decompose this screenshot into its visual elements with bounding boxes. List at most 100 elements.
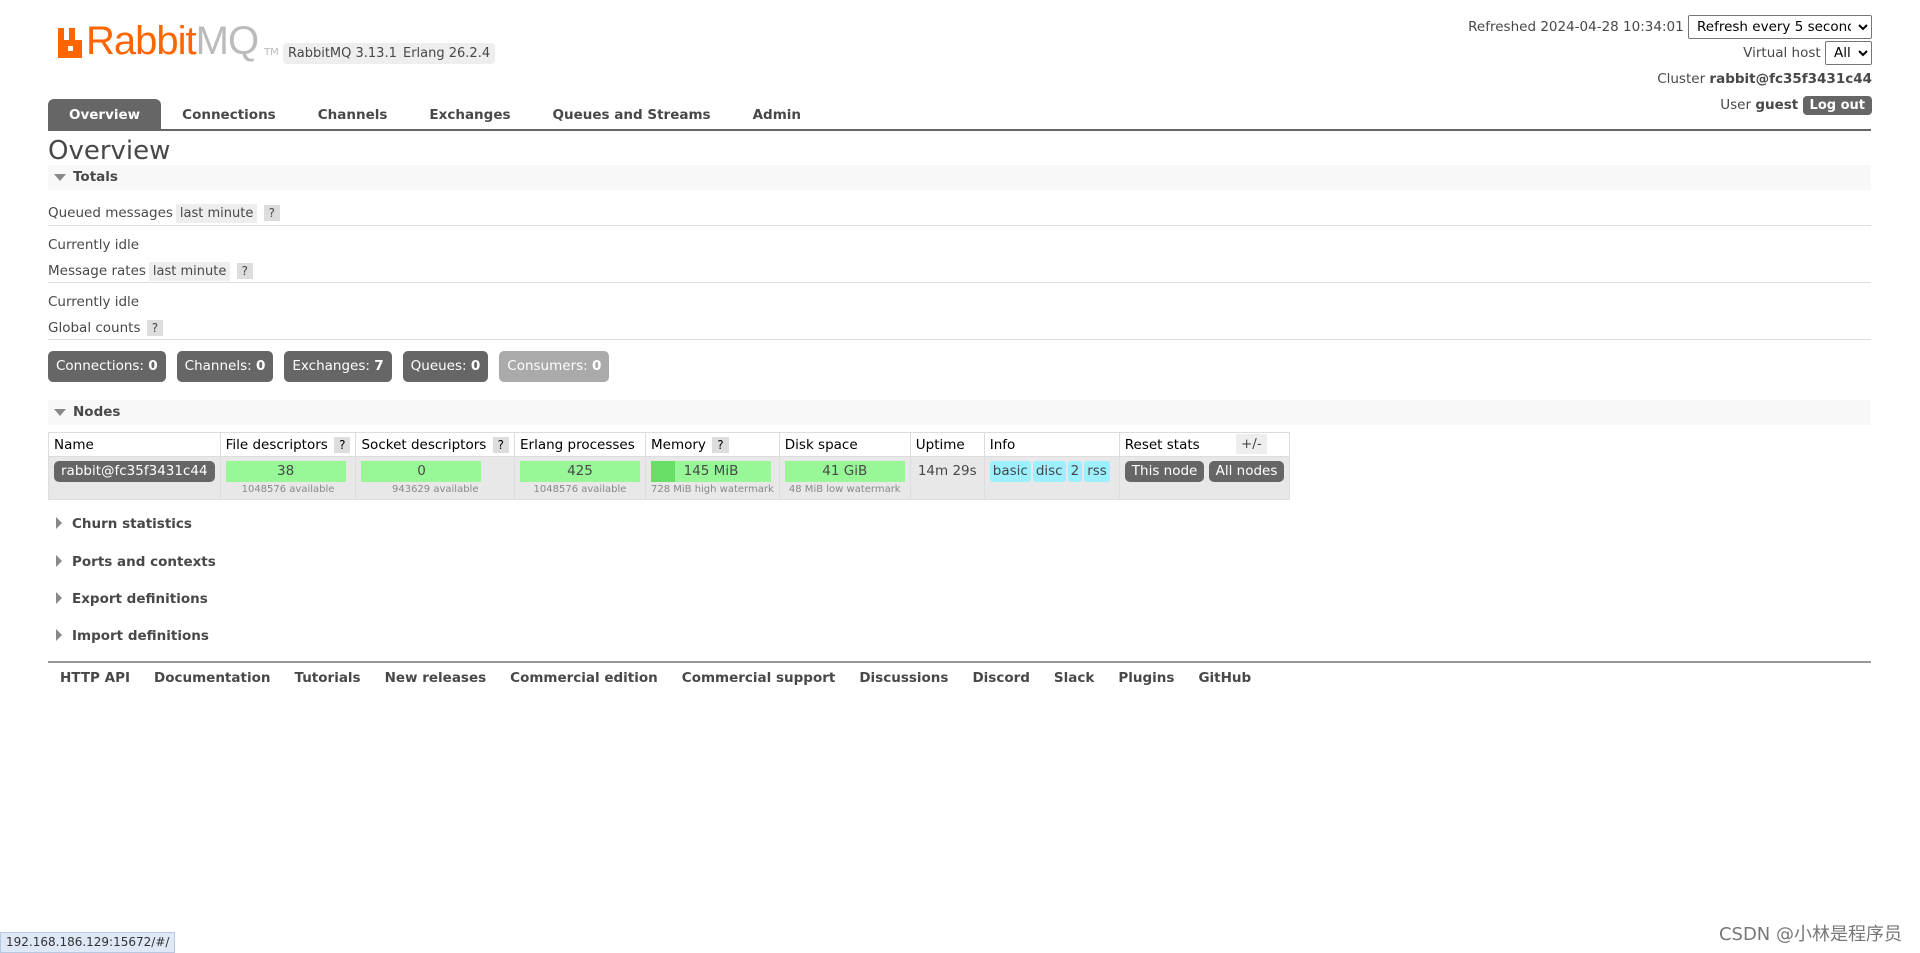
footer-links: HTTP API Documentation Tutorials New rel… [48, 661, 1871, 686]
message-rates-label: Message rates [48, 263, 146, 279]
info-badge-basic: basic [989, 461, 1031, 482]
col-uptime: Uptime [909, 432, 985, 457]
sd-available: 943629 available [391, 484, 479, 495]
rates-status: Currently idle [48, 294, 140, 310]
help-icon[interactable]: ? [712, 436, 729, 453]
cluster-name: rabbit@fc35f3431c44 [1709, 71, 1872, 87]
help-icon[interactable]: ? [263, 205, 281, 221]
footer-link-http-api[interactable]: HTTP API [60, 670, 130, 686]
totals-title: Totals [73, 169, 118, 185]
global-counts-label: Global counts [48, 320, 141, 336]
expand-triangle-icon [56, 592, 62, 604]
uptime: 14m 29s [909, 456, 985, 500]
global-counts: Connections: 0 Channels: 0 Exchanges: 7 … [48, 351, 610, 382]
toggle-columns-button[interactable]: +/- [1236, 434, 1267, 454]
tab-overview[interactable]: Overview [48, 99, 162, 129]
expand-triangle-icon [56, 555, 62, 567]
tab-exchanges[interactable]: Exchanges [408, 99, 531, 129]
queued-messages-label: Queued messages [48, 205, 173, 221]
page-title: Overview [48, 136, 171, 166]
totals-section-header[interactable]: Totals [48, 165, 1871, 190]
memory-value: 145 MiB [683, 463, 739, 479]
nodes-table: Name File descriptors ? Socket descripto… [48, 432, 1291, 500]
nodes-section-header[interactable]: Nodes [48, 400, 1871, 425]
reset-all-nodes-button[interactable]: All nodes [1208, 461, 1285, 482]
tab-admin[interactable]: Admin [732, 99, 822, 129]
refresh-interval-select[interactable]: Refresh every 5 seconds [1688, 15, 1872, 39]
tab-connections[interactable]: Connections [161, 99, 297, 129]
rabbitmq-logo[interactable]: RabbitMQ TM [58, 19, 279, 63]
col-name: Name [48, 432, 221, 457]
divider [48, 339, 1871, 340]
reset-this-node-button[interactable]: This node [1124, 461, 1205, 482]
vhost-select[interactable]: All [1825, 41, 1872, 65]
footer-link-tutorials[interactable]: Tutorials [294, 670, 360, 686]
logo-wordmark: RabbitMQ [86, 19, 259, 63]
tab-queues-and-streams[interactable]: Queues and Streams [532, 99, 732, 129]
queued-messages-row: Queued messages last minute ? [48, 204, 281, 223]
export-definitions-section[interactable]: Export definitions [56, 591, 208, 607]
footer-link-discord[interactable]: Discord [972, 670, 1029, 686]
import-definitions-section[interactable]: Import definitions [56, 628, 209, 644]
help-icon[interactable]: ? [334, 436, 351, 453]
ports-and-contexts-section[interactable]: Ports and contexts [56, 554, 216, 570]
collapse-triangle-icon [54, 409, 66, 416]
footer-link-slack[interactable]: Slack [1054, 670, 1094, 686]
queued-status: Currently idle [48, 237, 140, 253]
help-icon[interactable]: ? [492, 436, 509, 453]
refreshed-time: 2024-04-28 10:34:01 [1540, 19, 1684, 35]
table-header-row: Name File descriptors ? Socket descripto… [48, 432, 1291, 457]
footer-link-plugins[interactable]: Plugins [1118, 670, 1174, 686]
expand-triangle-icon [56, 517, 62, 529]
fd-available: 1048576 available [241, 484, 335, 495]
memory-watermark: 728 MiB high watermark [650, 484, 774, 495]
help-icon[interactable]: ? [236, 263, 254, 279]
rabbit-logo-icon [58, 28, 82, 58]
footer-link-new-releases[interactable]: New releases [385, 670, 487, 686]
socket-descriptors-bar: 0 [361, 461, 482, 482]
exchanges-count-button[interactable]: Exchanges: 7 [284, 351, 392, 382]
churn-statistics-section[interactable]: Churn statistics [56, 516, 192, 532]
channels-count-button[interactable]: Channels: 0 [176, 351, 274, 382]
info-badge-count: 2 [1067, 461, 1083, 482]
col-disk-space: Disk space [778, 432, 911, 457]
expand-triangle-icon [56, 629, 62, 641]
footer-link-documentation[interactable]: Documentation [154, 670, 270, 686]
nodes-title: Nodes [73, 404, 121, 420]
footer-link-github[interactable]: GitHub [1198, 670, 1251, 686]
table-row: rabbit@fc35f3431c44 38 1048576 available … [48, 456, 1291, 500]
global-counts-row: Global counts ? [48, 320, 164, 336]
footer-link-discussions[interactable]: Discussions [859, 670, 948, 686]
vhost-label: Virtual host [1743, 45, 1821, 61]
footer-link-commercial-edition[interactable]: Commercial edition [510, 670, 658, 686]
memory-fill [650, 461, 675, 482]
divider [48, 225, 1871, 226]
node-name-link[interactable]: rabbit@fc35f3431c44 [54, 461, 215, 482]
col-info: Info [983, 432, 1120, 457]
ep-available: 1048576 available [533, 484, 627, 495]
disk-space-bar: 41 GiB [784, 461, 905, 482]
main-tabs: Overview Connections Channels Exchanges … [48, 99, 1871, 131]
col-erlang-processes: Erlang processes [513, 432, 646, 457]
cluster-label: Cluster [1657, 71, 1706, 87]
logo-tm: TM [264, 47, 279, 58]
refreshed-label: Refreshed [1468, 19, 1537, 35]
browser-status-bar: 192.168.186.129:15672/#/ [0, 932, 176, 953]
memory-bar: 145 MiB [650, 461, 771, 482]
queues-count-button[interactable]: Queues: 0 [402, 351, 489, 382]
tab-channels[interactable]: Channels [297, 99, 409, 129]
col-memory: Memory ? [644, 432, 780, 457]
help-icon[interactable]: ? [146, 320, 164, 336]
collapse-triangle-icon [54, 174, 66, 181]
divider [48, 282, 1871, 283]
rates-period-toggle[interactable]: last minute [148, 262, 231, 281]
erlang-version: Erlang 26.2.4 [398, 43, 496, 64]
message-rates-row: Message rates last minute ? [48, 262, 254, 281]
consumers-count-button[interactable]: Consumers: 0 [499, 351, 610, 382]
disk-watermark: 48 MiB low watermark [788, 484, 901, 495]
footer-link-commercial-support[interactable]: Commercial support [682, 670, 836, 686]
rabbitmq-version: RabbitMQ 3.13.1 [283, 43, 402, 64]
connections-count-button[interactable]: Connections: 0 [48, 351, 166, 382]
queued-period-toggle[interactable]: last minute [175, 204, 258, 223]
col-socket-descriptors: Socket descriptors ? [355, 432, 515, 457]
